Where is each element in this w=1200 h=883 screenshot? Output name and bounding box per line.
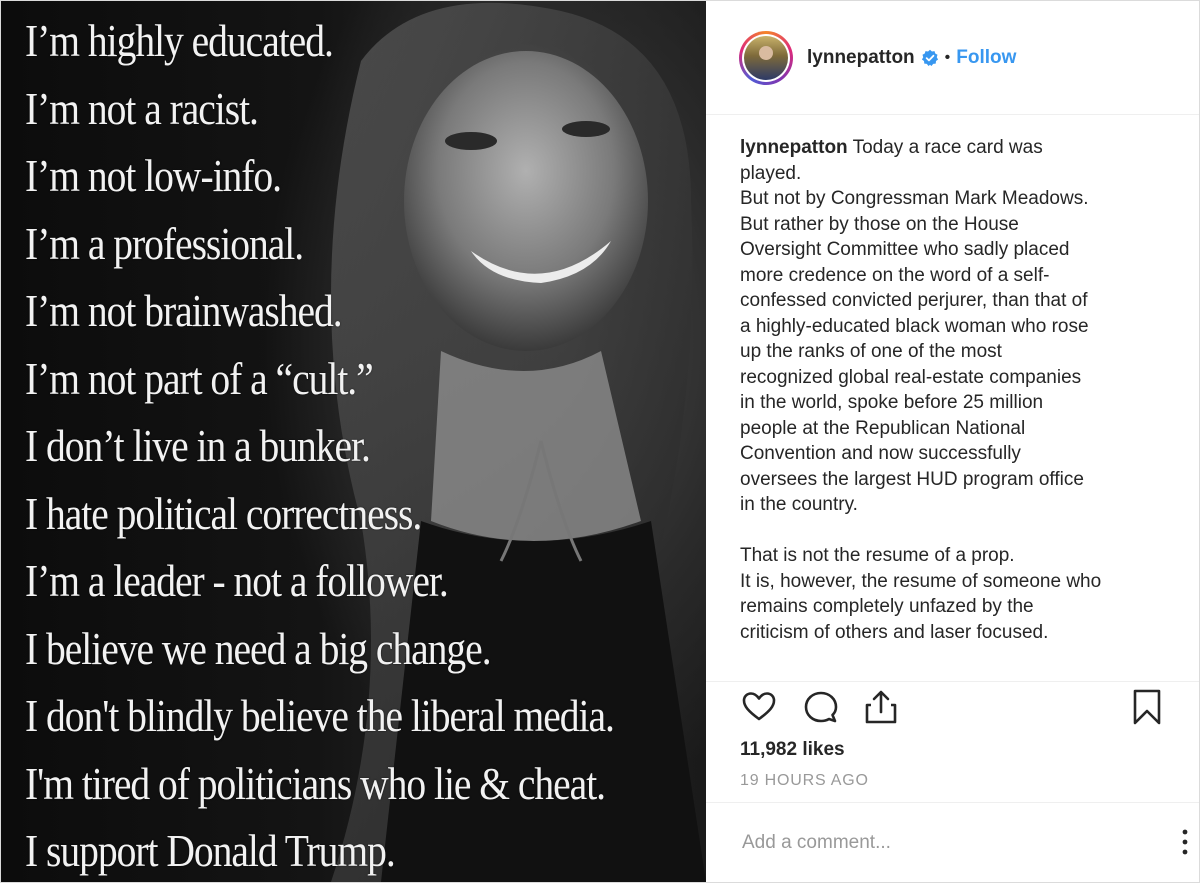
post-caption: lynnepatton Today a race card was played… [706,115,1199,675]
caption-line: people at the Republican National [740,417,1026,439]
statement-line: I believe we need a big change. [25,622,492,674]
caption-line: more credence on the word of a self- [740,264,1050,286]
post-sidebar: lynnepatton • Follow lynnepatton Today a… [706,1,1199,882]
caption-line: Oversight Committee who sadly placed [740,239,1070,260]
caption-line: But not by Congressman Mark Meadows. [740,188,1089,209]
caption-line: a highly-educated black woman who rose [740,315,1089,337]
post-image[interactable]: I’m highly educated. I’m not a racist. I… [1,1,706,882]
statement-line: I’m a leader - not a follower. [25,555,449,606]
caption-username[interactable]: lynnepatton [740,137,848,158]
statement-line: I don't blindly believe the liberal medi… [25,690,615,741]
statement-line: I support Donald Trump. [25,825,396,876]
caption-line: Today a race card was [852,137,1043,158]
caption-line: recognized global real-estate companies [740,366,1082,388]
caption-line: That is not the resume of a prop. [740,545,1015,566]
statement-list: I’m highly educated. I’m not a racist. I… [25,7,706,882]
comment-icon[interactable] [802,688,840,726]
statement-line: I’m not part of a “cult.” [25,352,374,404]
bookmark-icon[interactable] [1128,688,1166,726]
caption-line: confessed convicted perjurer, than that … [740,290,1088,311]
statement-line: I’m a professional. [25,217,304,269]
caption-line: remains completely unfazed by the [740,596,1034,617]
caption-line: It is, however, the resume of someone wh… [740,570,1102,592]
separator-dot: • [944,48,951,66]
caption-line: in the world, spoke before 25 million [740,392,1044,413]
avatar[interactable] [744,35,788,80]
caption-line: up the ranks of one of the most [740,341,1002,362]
more-options-icon[interactable] [1179,825,1191,859]
verified-badge-icon [921,49,938,66]
statement-line: I hate political correctness. [25,487,422,539]
action-icon-row [706,682,1199,740]
caption-line: But rather by those on the House [740,213,1019,235]
comment-input[interactable] [740,831,1104,855]
statement-line: I don’t live in a bunker. [25,420,371,471]
caption-paragraph-gap [740,518,1177,544]
instagram-post: I’m highly educated. I’m not a racist. I… [0,0,1200,883]
follow-button[interactable]: Follow [956,47,1016,69]
statement-line: I’m not brainwashed. [25,285,343,336]
comment-bar [706,802,1199,883]
header-username[interactable]: lynnepatton [807,47,915,69]
statement-line: I’m not a racist. [25,82,259,134]
caption-line: in the country. [740,494,858,515]
post-header: lynnepatton • Follow [706,1,1199,115]
heart-icon[interactable] [740,688,778,726]
statement-line: I'm tired of politicians who lie & cheat… [25,757,606,809]
caption-line: Convention and now successfully [740,443,1021,464]
statement-line: I’m highly educated. [25,15,334,66]
likes-count[interactable]: 11,982 likes [740,739,845,761]
share-icon[interactable] [862,688,900,726]
caption-line: criticism of others and laser focused. [740,621,1049,643]
statement-line: I’m not low-info. [25,150,282,201]
caption-line: oversees the largest HUD program office [740,468,1084,490]
caption-line: played. [740,162,802,184]
post-timestamp[interactable]: 19 HOURS AGO [740,772,869,790]
post-actions: 11,982 likes 19 HOURS AGO [706,681,1199,789]
story-ring[interactable] [739,30,793,85]
